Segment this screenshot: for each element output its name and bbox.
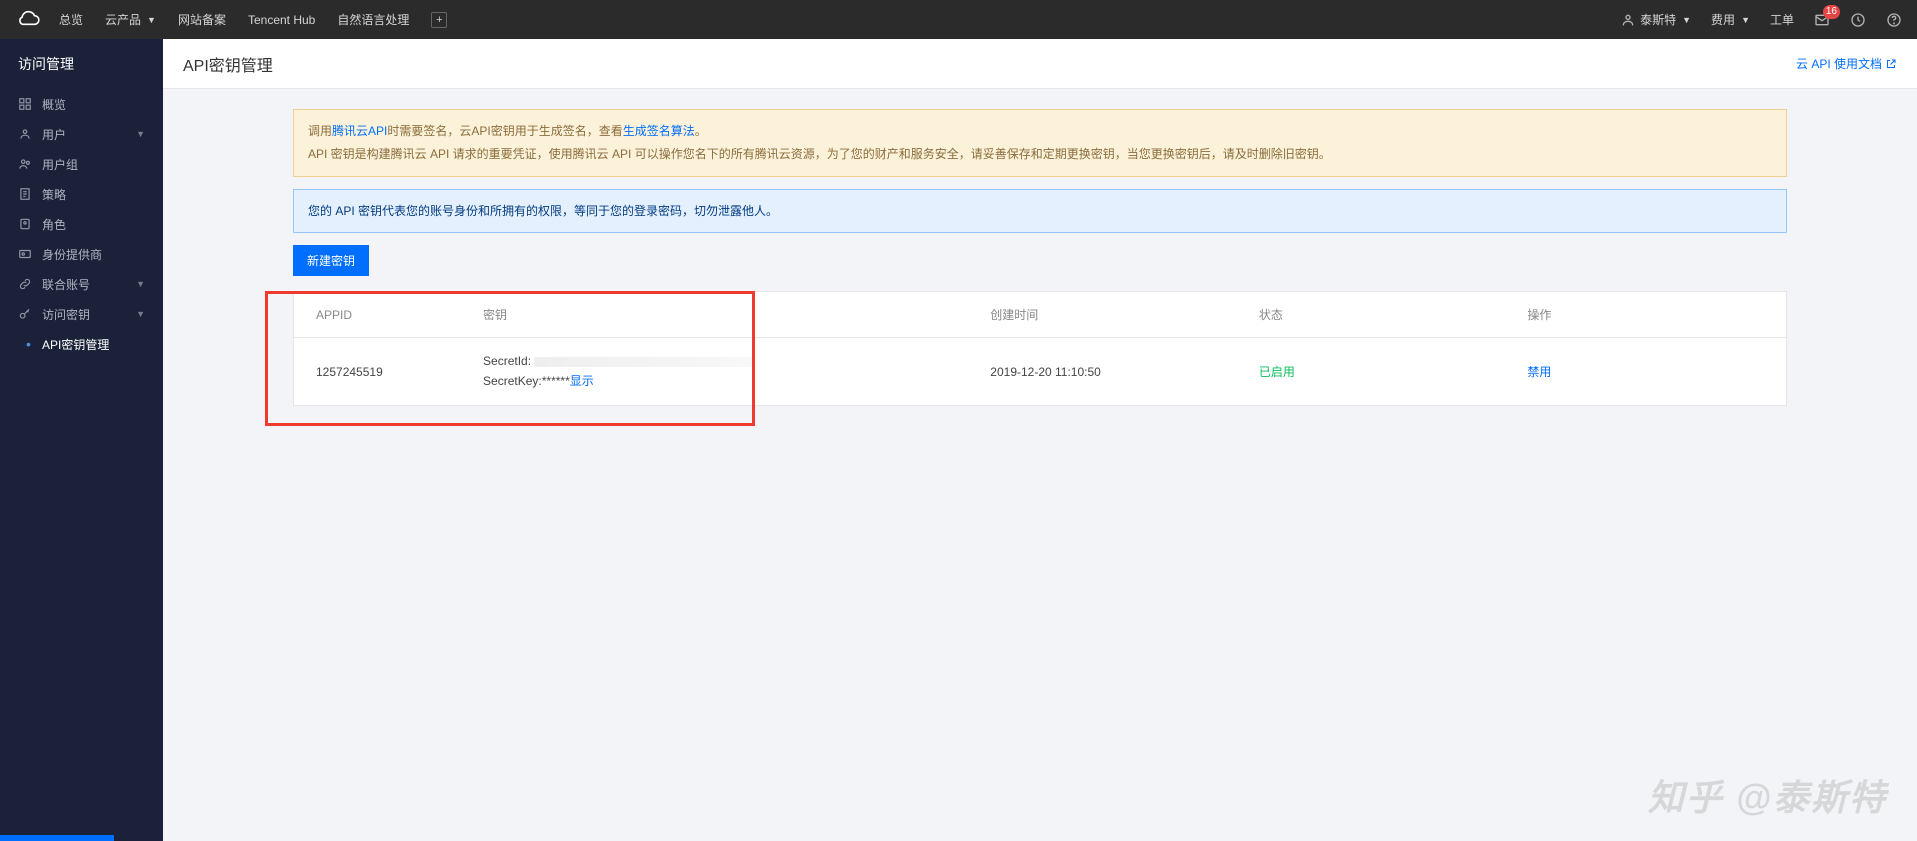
id-icon [18,247,32,261]
sidebar-item-role[interactable]: 角色 [0,209,163,239]
grid-icon [18,97,32,111]
users-icon [18,157,32,171]
disable-link[interactable]: 禁用 [1527,365,1551,379]
secretid-label: SecretId: [483,354,531,368]
api-link[interactable]: 腾讯云API [332,124,387,138]
key-icon [18,307,32,321]
new-key-button[interactable]: 新建密钥 [293,245,369,276]
sidebar-item-policy[interactable]: 策略 [0,179,163,209]
col-key: 密钥 [473,292,980,338]
nav-overview[interactable]: 总览 [59,11,83,28]
sidebar-accent-bar [0,835,114,841]
page-header: API密钥管理 云 API 使用文档 [163,39,1917,89]
warn-line2: API 密钥是构建腾讯云 API 请求的重要凭证，使用腾讯云 API 可以操作您… [308,143,1772,166]
sidebar-label: 角色 [42,216,66,233]
sidebar-label: 联合账号 [42,276,90,293]
clock-icon[interactable] [1850,12,1866,28]
role-icon [18,217,32,231]
col-appid: APPID [294,292,473,338]
doc-link-label: 云 API 使用文档 [1796,55,1882,72]
link-icon [18,277,32,291]
warn-text: 时需要签名，云API密钥用于生成签名，查看 [387,124,622,138]
nav-add-icon[interactable]: + [431,12,447,28]
sidebar-label: 身份提供商 [42,246,102,263]
sign-algo-link[interactable]: 生成签名算法 [623,124,695,138]
username-label: 泰斯特 [1640,11,1676,28]
help-icon[interactable] [1886,12,1902,28]
top-nav: 总览 云产品 ▼ 网站备案 Tencent Hub 自然语言处理 + [59,11,447,28]
fees-label: 费用 [1711,11,1735,28]
warn-text: 调用 [308,124,332,138]
info-alert: 您的 API 密钥代表您的账号身份和所拥有的权限，等同于您的登录密码，切勿泄露他… [293,189,1787,234]
col-status: 状态 [1249,292,1518,338]
cell-key: SecretId: SecretKey:******显示 [473,338,980,405]
cell-created: 2019-12-20 11:10:50 [980,338,1249,405]
workorder-link[interactable]: 工单 [1770,11,1794,28]
doc-icon [18,187,32,201]
sidebar-item-accesskey[interactable]: 访问密钥 ▼ [0,299,163,329]
nav-products-label: 云产品 [105,11,141,28]
cell-appid: 1257245519 [294,338,473,405]
fees-menu[interactable]: 费用 ▼ [1711,11,1750,28]
sidebar-title: 访问管理 [0,39,163,89]
user-icon [1620,12,1636,28]
sidebar-label: API密钥管理 [42,336,109,353]
cell-action: 禁用 [1517,338,1786,405]
sidebar-label: 用户 [42,126,66,143]
caret-down-icon: ▼ [136,279,145,289]
cloud-logo-icon[interactable] [15,7,41,33]
sidebar-label: 访问密钥 [42,306,90,323]
secretid-masked [534,357,754,367]
message-badge: 16 [1823,5,1840,19]
messages-icon[interactable]: 16 [1814,12,1830,28]
api-doc-link[interactable]: 云 API 使用文档 [1796,55,1897,72]
user-menu[interactable]: 泰斯特 ▼ [1620,11,1691,28]
nav-products[interactable]: 云产品 ▼ [105,11,156,28]
caret-down-icon: ▼ [136,309,145,319]
nav-beian[interactable]: 网站备案 [178,11,226,28]
caret-down-icon: ▼ [1682,15,1691,25]
sidebar-item-federated[interactable]: 联合账号 ▼ [0,269,163,299]
cell-status: 已启用 [1249,338,1518,405]
sidebar-item-idp[interactable]: 身份提供商 [0,239,163,269]
col-created: 创建时间 [980,292,1249,338]
sidebar-label: 策略 [42,186,66,203]
secretkey-masked: ****** [542,374,570,388]
col-action: 操作 [1517,292,1786,338]
status-badge: 已启用 [1259,365,1295,379]
sidebar-item-overview[interactable]: 概览 [0,89,163,119]
key-table: APPID 密钥 创建时间 状态 操作 1257245519 [293,291,1787,405]
sidebar-item-usergroup[interactable]: 用户组 [0,149,163,179]
warn-text: 。 [695,124,707,138]
show-key-link[interactable]: 显示 [570,374,594,388]
user-icon [18,127,32,141]
caret-down-icon: ▼ [136,129,145,139]
table-row: 1257245519 SecretId: SecretKey:******显示 [294,338,1786,405]
nav-tencent-hub[interactable]: Tencent Hub [248,13,315,27]
top-nav-right: 泰斯特 ▼ 费用 ▼ 工单 16 [1620,11,1902,28]
sidebar-label: 概览 [42,96,66,113]
caret-down-icon: ▼ [147,15,156,25]
sidebar-label: 用户组 [42,156,78,173]
page-title: API密钥管理 [183,52,273,76]
sidebar-item-users[interactable]: 用户 ▼ [0,119,163,149]
external-link-icon [1885,58,1897,70]
top-header: 总览 云产品 ▼ 网站备案 Tencent Hub 自然语言处理 + 泰斯特 ▼… [0,0,1917,39]
main-area: API密钥管理 云 API 使用文档 调用腾讯云API时需要签名，云API密钥用… [163,39,1917,841]
warning-alert: 调用腾讯云API时需要签名，云API密钥用于生成签名，查看生成签名算法。 API… [293,109,1787,177]
caret-down-icon: ▼ [1741,15,1750,25]
sidebar: 访问管理 概览 用户 ▼ 用户组 策略 角色 身份提供商 联合账号 [0,39,163,841]
nav-nlp[interactable]: 自然语言处理 [337,11,409,28]
secretkey-label: SecretKey: [483,374,542,388]
content-area: 调用腾讯云API时需要签名，云API密钥用于生成签名，查看生成签名算法。 API… [163,89,1917,426]
sidebar-item-apikey[interactable]: API密钥管理 [0,329,163,359]
